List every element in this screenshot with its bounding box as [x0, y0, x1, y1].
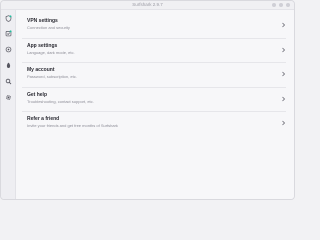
- sidebar-item-settings[interactable]: [4, 93, 13, 102]
- close-button[interactable]: [286, 3, 290, 7]
- window-controls: [272, 3, 290, 7]
- settings-item-description: Language, dark mode, etc.: [27, 49, 75, 55]
- settings-icon: [6, 95, 11, 100]
- sidebar: [1, 10, 16, 199]
- sidebar-item-bug[interactable]: [4, 61, 13, 70]
- chevron-right-icon: [282, 120, 286, 126]
- minimize-button[interactable]: [272, 3, 276, 7]
- settings-item-description: Connection and security: [27, 25, 70, 30]
- sidebar-item-alert[interactable]: [4, 45, 13, 54]
- title-bar: Surfshark 2.9.7: [1, 1, 294, 10]
- shield-icon: [5, 15, 12, 22]
- settings-item-description: Password, subscription, etc.: [27, 74, 77, 79]
- settings-item-label: VPN settings: [27, 18, 58, 24]
- settings-item-app[interactable]: App settings Language, dark mode, etc.: [22, 39, 286, 63]
- settings-list: VPN settings Connection and security App…: [22, 14, 286, 137]
- settings-item-label: Refer a friend: [27, 116, 60, 122]
- chevron-right-icon: [282, 71, 286, 77]
- chevron-right-icon: [282, 22, 286, 28]
- alert-icon: [5, 46, 12, 53]
- bug-icon: [6, 62, 11, 68]
- chevron-right-icon: [282, 47, 286, 52]
- settings-item-vpn[interactable]: VPN settings Connection and security: [22, 14, 286, 39]
- settings-item-label: App settings: [27, 42, 58, 49]
- antivirus-icon: [5, 30, 12, 37]
- settings-panel: VPN settings Connection and security App…: [16, 10, 294, 199]
- sidebar-item-vpn[interactable]: [4, 14, 13, 23]
- sidebar-item-search[interactable]: [4, 77, 13, 86]
- search-icon: [5, 78, 12, 85]
- sidebar-item-antivirus[interactable]: [4, 29, 13, 38]
- settings-item-label: Get help: [27, 91, 48, 98]
- settings-item-description: Troubleshooting, contact support, etc.: [27, 98, 94, 104]
- settings-item-refer[interactable]: Refer a friend Invite your friends and g…: [22, 112, 286, 137]
- app-window: Surfshark 2.9.7 VPN settings Connection …: [0, 0, 295, 200]
- maximize-button[interactable]: [279, 3, 283, 7]
- settings-item-help[interactable]: Get help Troubleshooting, contact suppor…: [22, 88, 286, 112]
- chevron-right-icon: [282, 96, 286, 101]
- settings-item-description: Invite your friends and get free months …: [27, 123, 118, 128]
- window-title: Surfshark 2.9.7: [132, 2, 163, 7]
- settings-item-account[interactable]: My account Password, subscription, etc.: [22, 63, 286, 88]
- settings-item-label: My account: [27, 67, 55, 73]
